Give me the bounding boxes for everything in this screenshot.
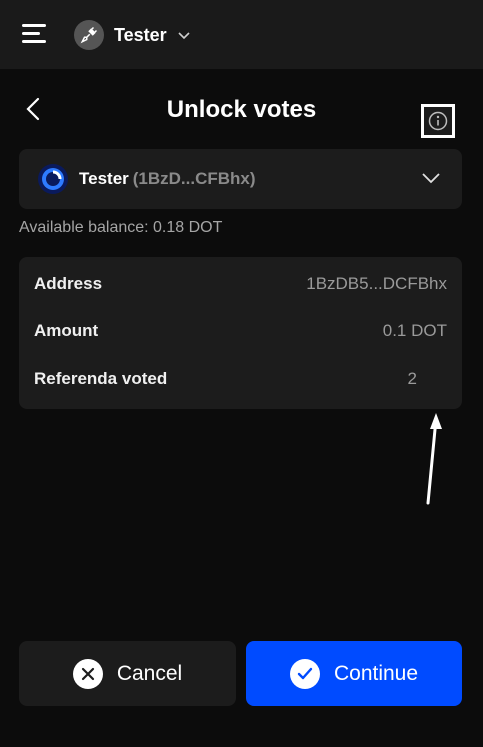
amount-value: 0.1 DOT: [382, 321, 447, 340]
account-address: (1BzD...CFBhx): [132, 169, 256, 188]
annotation-arrow-icon: [426, 413, 442, 505]
amount-label: Amount: [34, 321, 99, 340]
menu-icon[interactable]: [22, 24, 46, 44]
address-label: Address: [34, 274, 103, 293]
top-bar: Tester: [0, 0, 483, 69]
check-icon: [289, 658, 320, 689]
chevron-down-icon: [422, 173, 440, 184]
close-icon: [72, 658, 103, 689]
detail-row-amount: Amount 0.1 DOT: [34, 321, 447, 345]
detail-row-referenda: Referenda voted 2: [34, 369, 447, 393]
account-label: Tester (1BzD...CFBhx): [79, 169, 256, 189]
account-switcher[interactable]: Tester: [74, 19, 191, 51]
continue-button[interactable]: Continue: [246, 641, 462, 706]
chevron-down-icon: [178, 32, 190, 40]
menu-line: [22, 40, 46, 43]
menu-line: [22, 32, 40, 35]
cancel-label: Cancel: [116, 661, 183, 685]
menu-line: [22, 24, 46, 27]
available-balance: Available balance: 0.18 DOT: [19, 219, 223, 236]
detail-row-address: Address 1BzDB5...DCFBhx: [34, 274, 447, 298]
account-name: Tester: [79, 169, 129, 188]
polkadot-logo-icon: [38, 164, 68, 194]
info-circle-icon: [428, 111, 448, 131]
address-value: 1BzDB5...DCFBhx: [306, 274, 447, 293]
cancel-button[interactable]: Cancel: [19, 641, 236, 706]
page-title: Unlock votes: [166, 96, 317, 123]
referenda-info-button[interactable]: [421, 104, 455, 138]
account-selector[interactable]: Tester (1BzD...CFBhx): [19, 149, 462, 209]
details-card: Address 1BzDB5...DCFBhx Amount 0.1 DOT R…: [19, 257, 462, 409]
plug-icon: [74, 20, 104, 50]
continue-label: Continue: [333, 661, 419, 685]
page-header: Unlock votes: [0, 88, 483, 132]
account-name: Tester: [114, 24, 167, 45]
referenda-value: 2: [407, 369, 417, 388]
referenda-label: Referenda voted: [34, 369, 168, 388]
